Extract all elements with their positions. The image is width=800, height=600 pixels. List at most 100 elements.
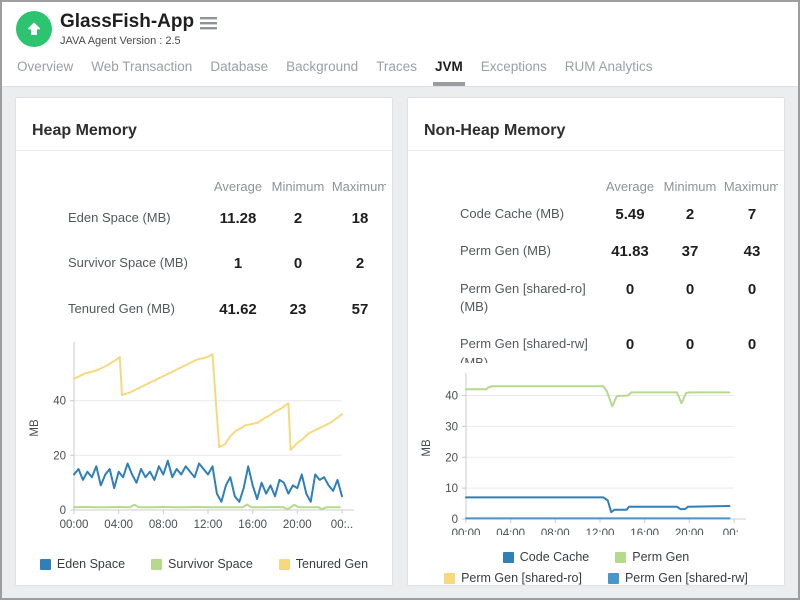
metric-maximum: 0 xyxy=(720,335,778,355)
metric-maximum: 0 xyxy=(720,280,778,300)
svg-text:0: 0 xyxy=(452,514,458,526)
tab-exceptions[interactable]: Exceptions xyxy=(472,53,556,86)
legend-item-survivor-space[interactable]: Survivor Space xyxy=(151,557,253,571)
metric-maximum: 18 xyxy=(328,209,386,229)
heap-table-header: Average Minimum Maximum xyxy=(16,171,386,196)
app-header: GlassFish-App JAVA Agent Version : 2.5 xyxy=(2,2,798,47)
svg-text:20:00: 20:00 xyxy=(283,519,312,531)
legend-item-eden-space[interactable]: Eden Space xyxy=(40,557,125,571)
tab-bar: Overview Web Transaction Database Backgr… xyxy=(2,47,798,87)
metric-average: 41.62 xyxy=(208,300,268,320)
legend-item-code-cache[interactable]: Code Cache xyxy=(503,550,590,564)
metric-label: Eden Space (MB) xyxy=(16,209,208,228)
heap-panel-title: Heap Memory xyxy=(16,111,392,151)
metric-minimum: 37 xyxy=(660,242,720,262)
legend-label: Eden Space xyxy=(57,557,125,571)
col-header-maximum: Maximum xyxy=(720,179,778,194)
legend-item-perm-gen[interactable]: Perm Gen xyxy=(615,550,689,564)
metric-label: Code Cache (MB) xyxy=(408,205,600,224)
svg-text:00:..: 00:.. xyxy=(331,519,353,531)
legend-swatch xyxy=(40,559,51,570)
metric-maximum: 7 xyxy=(720,205,778,225)
svg-text:MB: MB xyxy=(29,419,41,437)
app-title: GlassFish-App xyxy=(60,11,194,33)
legend-label: Perm Gen [shared-rw] xyxy=(625,571,748,585)
legend-swatch xyxy=(615,552,626,563)
svg-text:20: 20 xyxy=(53,450,66,462)
non-heap-panel-title: Non-Heap Memory xyxy=(408,111,784,151)
legend-label: Perm Gen xyxy=(632,550,689,564)
panel-heap-memory: Heap Memory Average Minimum Maximum Eden… xyxy=(15,97,393,586)
metric-row-code-cache: Code Cache (MB) 5.49 2 7 xyxy=(408,196,778,234)
app-window: GlassFish-App JAVA Agent Version : 2.5 O… xyxy=(0,0,800,600)
col-header-maximum: Maximum xyxy=(328,179,386,194)
metric-row-tenured-gen: Tenured Gen (MB) 41.62 23 57 xyxy=(16,287,386,333)
non-heap-memory-chart: 01020304000:0004:0008:0012:0016:0020:000… xyxy=(418,367,754,535)
svg-text:04:00: 04:00 xyxy=(496,528,525,535)
svg-text:16:00: 16:00 xyxy=(238,519,267,531)
tab-database[interactable]: Database xyxy=(201,53,277,86)
svg-text:08:00: 08:00 xyxy=(541,528,570,535)
legend-item-perm-gen-shared-ro[interactable]: Perm Gen [shared-ro] xyxy=(444,571,582,585)
svg-text:12:00: 12:00 xyxy=(194,519,223,531)
hamburger-menu-icon[interactable] xyxy=(200,16,217,31)
svg-text:12:00: 12:00 xyxy=(586,528,615,535)
metric-average: 0 xyxy=(600,280,660,300)
metric-row-perm-gen-shared-ro: Perm Gen [shared-ro] (MB) 0 0 0 xyxy=(408,271,778,327)
legend-label: Tenured Gen xyxy=(296,557,368,571)
tab-background[interactable]: Background xyxy=(277,53,367,86)
metric-average: 1 xyxy=(208,254,268,274)
svg-text:40: 40 xyxy=(445,391,458,403)
metric-maximum: 2 xyxy=(328,254,386,274)
metric-row-eden-space: Eden Space (MB) 11.28 2 18 xyxy=(16,196,386,242)
metric-average: 11.28 xyxy=(208,209,268,229)
svg-text:0: 0 xyxy=(60,505,66,517)
metric-minimum: 23 xyxy=(268,300,328,320)
svg-text:MB: MB xyxy=(421,439,433,457)
svg-text:00:00: 00:00 xyxy=(60,519,89,531)
metric-minimum: 0 xyxy=(660,280,720,300)
metric-label: Perm Gen (MB) xyxy=(408,242,600,261)
legend-label: Code Cache xyxy=(520,550,590,564)
legend-label: Perm Gen [shared-ro] xyxy=(461,571,582,585)
legend-swatch xyxy=(608,573,619,584)
heap-memory-chart: 0 20 40 00:00 04:00 08:00 12:00 16:00 20:00 00:..… xyxy=(26,336,362,542)
non-heap-chart-legend: Code Cache Perm Gen Perm Gen [shared-ro] xyxy=(408,543,784,585)
heap-chart-legend: Eden Space Survivor Space Tenured Gen xyxy=(16,550,392,571)
legend-swatch xyxy=(151,559,162,570)
svg-text:40: 40 xyxy=(53,396,66,408)
metric-label: Survivor Space (MB) xyxy=(16,254,208,273)
metric-minimum: 0 xyxy=(660,335,720,355)
metric-row-perm-gen-shared-rw: Perm Gen [shared-rw] (MB) 0 0 0 xyxy=(408,326,778,363)
legend-item-perm-gen-shared-rw[interactable]: Perm Gen [shared-rw] xyxy=(608,571,748,585)
legend-swatch xyxy=(444,573,455,584)
svg-text:30: 30 xyxy=(445,422,458,434)
agent-version-label: JAVA Agent Version : 2.5 xyxy=(60,35,217,47)
svg-text:20: 20 xyxy=(445,453,458,465)
svg-text:20:00: 20:00 xyxy=(675,528,704,535)
tab-traces[interactable]: Traces xyxy=(367,53,426,86)
metric-minimum: 2 xyxy=(268,209,328,229)
metric-maximum: 43 xyxy=(720,242,778,262)
metric-maximum: 57 xyxy=(328,300,386,320)
col-header-minimum: Minimum xyxy=(268,179,328,194)
panel-non-heap-memory: Non-Heap Memory Average Minimum Maximum … xyxy=(407,97,785,586)
tab-rum-analytics[interactable]: RUM Analytics xyxy=(556,53,662,86)
metric-average: 0 xyxy=(600,335,660,355)
svg-text:08:00: 08:00 xyxy=(149,519,178,531)
non-heap-table-header: Average Minimum Maximum xyxy=(408,171,778,196)
app-title-block: GlassFish-App JAVA Agent Version : 2.5 xyxy=(60,11,217,47)
metric-minimum: 2 xyxy=(660,205,720,225)
metric-label: Tenured Gen (MB) xyxy=(16,300,208,319)
tab-web-transaction[interactable]: Web Transaction xyxy=(82,53,201,86)
tab-jvm[interactable]: JVM xyxy=(426,53,472,86)
legend-item-tenured-gen[interactable]: Tenured Gen xyxy=(279,557,368,571)
legend-swatch xyxy=(503,552,514,563)
up-arrow-icon xyxy=(25,20,43,38)
tab-overview[interactable]: Overview xyxy=(8,53,82,86)
metric-average: 41.83 xyxy=(600,242,660,262)
metric-label: Perm Gen [shared-ro] (MB) xyxy=(408,280,600,318)
svg-text:04:00: 04:00 xyxy=(104,519,133,531)
dashboard-content: Heap Memory Average Minimum Maximum Eden… xyxy=(2,87,798,598)
app-status-icon xyxy=(16,11,52,47)
